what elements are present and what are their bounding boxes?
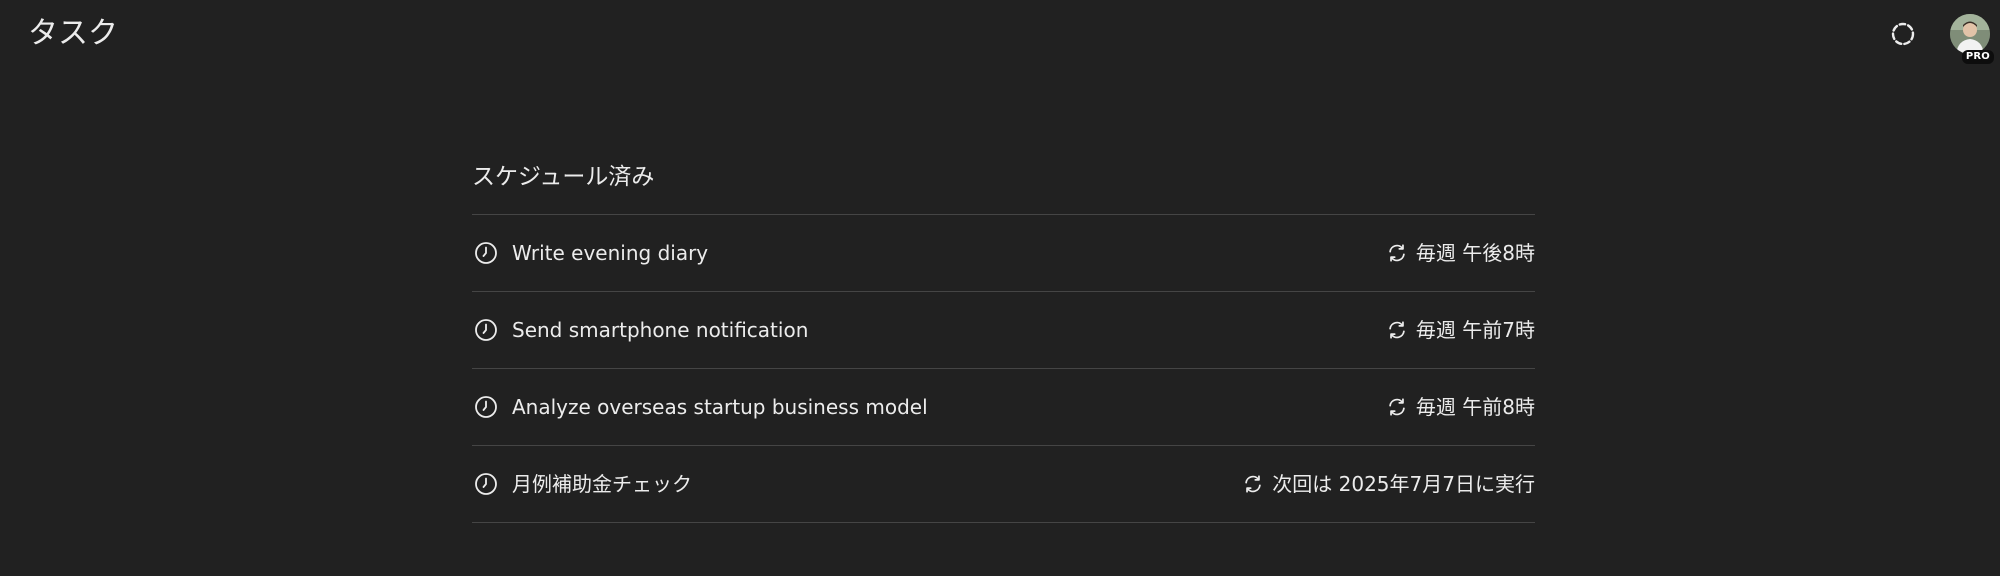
task-schedule: 毎週 午後8時 — [1415, 241, 1535, 265]
page-title: タスク — [28, 16, 118, 51]
task-row[interactable]: Analyze overseas startup business model … — [472, 369, 1535, 446]
clock-icon — [474, 472, 498, 496]
task-schedule: 毎週 午前8時 — [1415, 395, 1535, 419]
repeat-icon — [1386, 242, 1408, 264]
task-name: Send smartphone notification — [512, 318, 809, 342]
task-name: Write evening diary — [512, 241, 709, 265]
repeat-icon — [1242, 473, 1264, 495]
avatar — [1950, 14, 1990, 54]
repeat-icon — [1386, 396, 1408, 418]
task-left: 月例補助金チェック — [472, 470, 692, 498]
section-title: スケジュール済み — [472, 164, 655, 190]
tasks-status-button[interactable] — [1885, 16, 1921, 52]
pro-badge: PRO — [1961, 50, 1994, 64]
task-left: Write evening diary — [472, 239, 708, 267]
scheduled-section: スケジュール済み Write evening diary 毎週 午後8時 Sen… — [472, 160, 1535, 523]
task-row[interactable]: 月例補助金チェック 次回は 2025年7月7日に実行 — [472, 446, 1535, 523]
clock-icon — [474, 395, 498, 419]
task-name: Analyze overseas startup business model — [512, 395, 928, 419]
task-schedule-group: 毎週 午前8時 — [1386, 393, 1535, 421]
clock-icon — [474, 241, 498, 265]
top-bar: タスク PRO — [0, 0, 2000, 70]
avatar-image — [1950, 14, 1990, 54]
task-row[interactable]: Send smartphone notification 毎週 午前7時 — [472, 292, 1535, 369]
task-schedule-group: 毎週 午後8時 — [1386, 239, 1535, 267]
avatar-button[interactable]: PRO — [1950, 14, 1994, 64]
task-list: Write evening diary 毎週 午後8時 Send smartph… — [472, 214, 1535, 523]
task-schedule: 毎週 午前7時 — [1415, 318, 1535, 342]
clock-icon — [474, 318, 498, 342]
task-row[interactable]: Write evening diary 毎週 午後8時 — [472, 215, 1535, 292]
task-left: Analyze overseas startup business model — [472, 393, 928, 421]
dashed-circle-icon — [1891, 22, 1915, 46]
task-schedule-group: 次回は 2025年7月7日に実行 — [1242, 470, 1535, 498]
task-schedule: 次回は 2025年7月7日に実行 — [1272, 472, 1535, 496]
task-name: 月例補助金チェック — [512, 472, 692, 496]
task-left: Send smartphone notification — [472, 316, 808, 344]
task-schedule-group: 毎週 午前7時 — [1386, 316, 1535, 344]
repeat-icon — [1386, 319, 1408, 341]
